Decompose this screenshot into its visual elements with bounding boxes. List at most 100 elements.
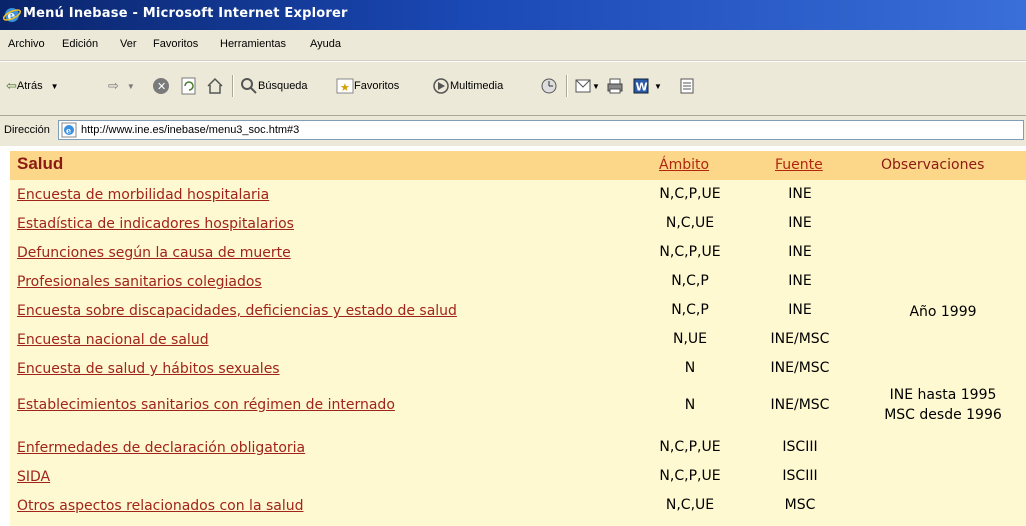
row-observaciones: Año 1999 (909, 304, 977, 320)
chevron-down-icon: ▼ (126, 81, 135, 91)
mail-button[interactable]: ▼ (574, 75, 600, 97)
search-label: Búsqueda (258, 80, 308, 92)
address-url: http://www.ine.es/inebase/menu3_soc.htm#… (81, 124, 300, 136)
address-label: Dirección (4, 124, 50, 136)
table-row: Profesionales sanitarios colegiados N,C,… (10, 267, 1026, 296)
address-input[interactable]: e http://www.ine.es/inebase/menu3_soc.ht… (58, 120, 1024, 140)
history-icon (541, 78, 557, 94)
svg-text:✕: ✕ (157, 80, 166, 93)
obs-line-1: INE hasta 1995 (889, 387, 997, 403)
svg-text:e: e (66, 126, 71, 136)
row-ambito: N,C,UE (665, 497, 715, 513)
mail-icon (575, 79, 591, 93)
favorites-label: Favoritos (354, 80, 400, 92)
menu-herramientas[interactable]: Herramientas (220, 38, 286, 50)
table-row: Encuesta de morbilidad hospitalaria N,C,… (10, 180, 1026, 209)
row-link[interactable]: Encuesta nacional de salud (17, 332, 209, 348)
row-link[interactable]: Encuesta de morbilidad hospitalaria (17, 187, 269, 203)
row-link[interactable]: Defunciones según la causa de muerte (17, 245, 291, 261)
row-ambito: N,C,P,UE (659, 186, 721, 202)
table-row: Enfermedades de declaración obligatoria … (10, 433, 1026, 462)
obs-line-2: MSC desde 1996 (884, 407, 1002, 423)
menu-bar: Archivo Edición Ver Favoritos Herramient… (0, 30, 1026, 61)
table-row: Otros aspectos relacionados con la salud… (10, 491, 1026, 520)
row-ambito: N (684, 360, 696, 376)
search-icon (241, 78, 257, 94)
discuss-icon (680, 78, 694, 94)
row-fuente: INE/MSC (770, 331, 830, 347)
stop-button[interactable]: ✕ (152, 75, 170, 97)
row-ambito: N,C,UE (665, 215, 715, 231)
table-row: SIDA N,C,P,UE ISCIII (10, 462, 1026, 491)
word-icon: W (633, 78, 649, 94)
menu-ayuda[interactable]: Ayuda (310, 38, 341, 50)
row-link[interactable]: Establecimientos sanitarios con régimen … (17, 397, 395, 413)
refresh-icon (181, 77, 196, 95)
stop-icon: ✕ (153, 78, 169, 94)
toolbar: ⇦ Atrás ▼ ⇨ ▼ ✕ Búsqueda ★ Favoritos Mul… (0, 61, 1026, 116)
row-fuente: INE (788, 186, 812, 202)
row-link[interactable]: Enfermedades de declaración obligatoria (17, 440, 305, 456)
print-button[interactable] (606, 75, 624, 97)
chevron-down-icon: ▼ (50, 81, 59, 91)
row-ambito: N,C,P,UE (659, 244, 721, 260)
row-observaciones: INE hasta 1995 MSC desde 1996 (860, 385, 1026, 425)
page-content: Salud Ámbito Fuente Observaciones Encues… (0, 146, 1026, 526)
row-link[interactable]: Encuesta de salud y hábitos sexuales (17, 361, 280, 377)
history-button[interactable] (540, 75, 558, 97)
favorites-button[interactable]: ★ Favoritos (336, 75, 399, 97)
forward-button[interactable]: ⇨ ▼ (108, 75, 135, 97)
row-fuente: ISCIII (782, 439, 818, 455)
back-arrow-icon: ⇦ (6, 78, 17, 93)
row-fuente: INE (788, 273, 812, 289)
row-fuente: INE/MSC (770, 360, 830, 376)
multimedia-button[interactable]: Multimedia (432, 75, 503, 97)
row-link[interactable]: SIDA (17, 469, 50, 485)
back-button[interactable]: ⇦ Atrás ▼ (6, 75, 59, 97)
row-ambito: N,C,P (671, 273, 709, 289)
window-title: Menú Inebase - Microsoft Internet Explor… (23, 6, 348, 21)
observaciones-header: Observaciones (881, 157, 985, 173)
browser-window: e Menú Inebase - Microsoft Internet Expl… (0, 0, 1026, 526)
row-ambito: N,UE (672, 331, 707, 347)
table-row: Encuesta de salud y hábitos sexuales N I… (10, 354, 1026, 383)
edit-button[interactable]: W ▼ (632, 75, 662, 97)
row-link[interactable]: Otros aspectos relacionados con la salud (17, 498, 304, 514)
print-icon (607, 78, 623, 94)
ambito-header-link[interactable]: Ámbito (659, 157, 709, 173)
address-bar: Dirección e http://www.ine.es/inebase/me… (0, 116, 1026, 147)
chevron-down-icon: ▼ (654, 81, 662, 91)
menu-ver[interactable]: Ver (120, 38, 137, 50)
row-link[interactable]: Estadística de indicadores hospitalarios (17, 216, 294, 232)
refresh-button[interactable] (180, 75, 198, 97)
forward-arrow-icon: ⇨ (108, 78, 119, 93)
multimedia-label: Multimedia (450, 80, 504, 92)
back-label: Atrás (16, 80, 43, 92)
table-row: Estadística de indicadores hospitalarios… (10, 209, 1026, 238)
discuss-button[interactable] (678, 75, 696, 97)
row-fuente: INE (788, 302, 812, 318)
menu-favoritos[interactable]: Favoritos (153, 38, 198, 50)
table-header: Salud Ámbito Fuente Observaciones (10, 151, 1026, 180)
title-bar: e Menú Inebase - Microsoft Internet Expl… (0, 0, 1026, 30)
row-link[interactable]: Profesionales sanitarios colegiados (17, 274, 262, 290)
search-button[interactable]: Búsqueda (240, 75, 308, 97)
multimedia-icon (433, 78, 449, 94)
ie-logo-icon: e (3, 8, 21, 23)
row-link[interactable]: Encuesta sobre discapacidades, deficienc… (17, 303, 457, 319)
page-icon: e (61, 122, 77, 138)
home-button[interactable] (206, 75, 224, 97)
row-fuente: INE (788, 244, 812, 260)
row-fuente: ISCIII (782, 468, 818, 484)
star-icon: ★ (336, 78, 354, 94)
table-row: Encuesta sobre discapacidades, deficienc… (10, 296, 1026, 325)
row-fuente: INE/MSC (770, 397, 830, 413)
menu-edicion[interactable]: Edición (62, 38, 98, 50)
row-ambito: N,C,P,UE (659, 468, 721, 484)
fuente-header-link[interactable]: Fuente (775, 157, 823, 173)
svg-text:★: ★ (340, 82, 350, 94)
section-title: Salud (17, 154, 64, 173)
menu-archivo[interactable]: Archivo (8, 38, 45, 50)
salud-table: Salud Ámbito Fuente Observaciones Encues… (10, 151, 1026, 526)
row-fuente: MSC (784, 497, 816, 513)
